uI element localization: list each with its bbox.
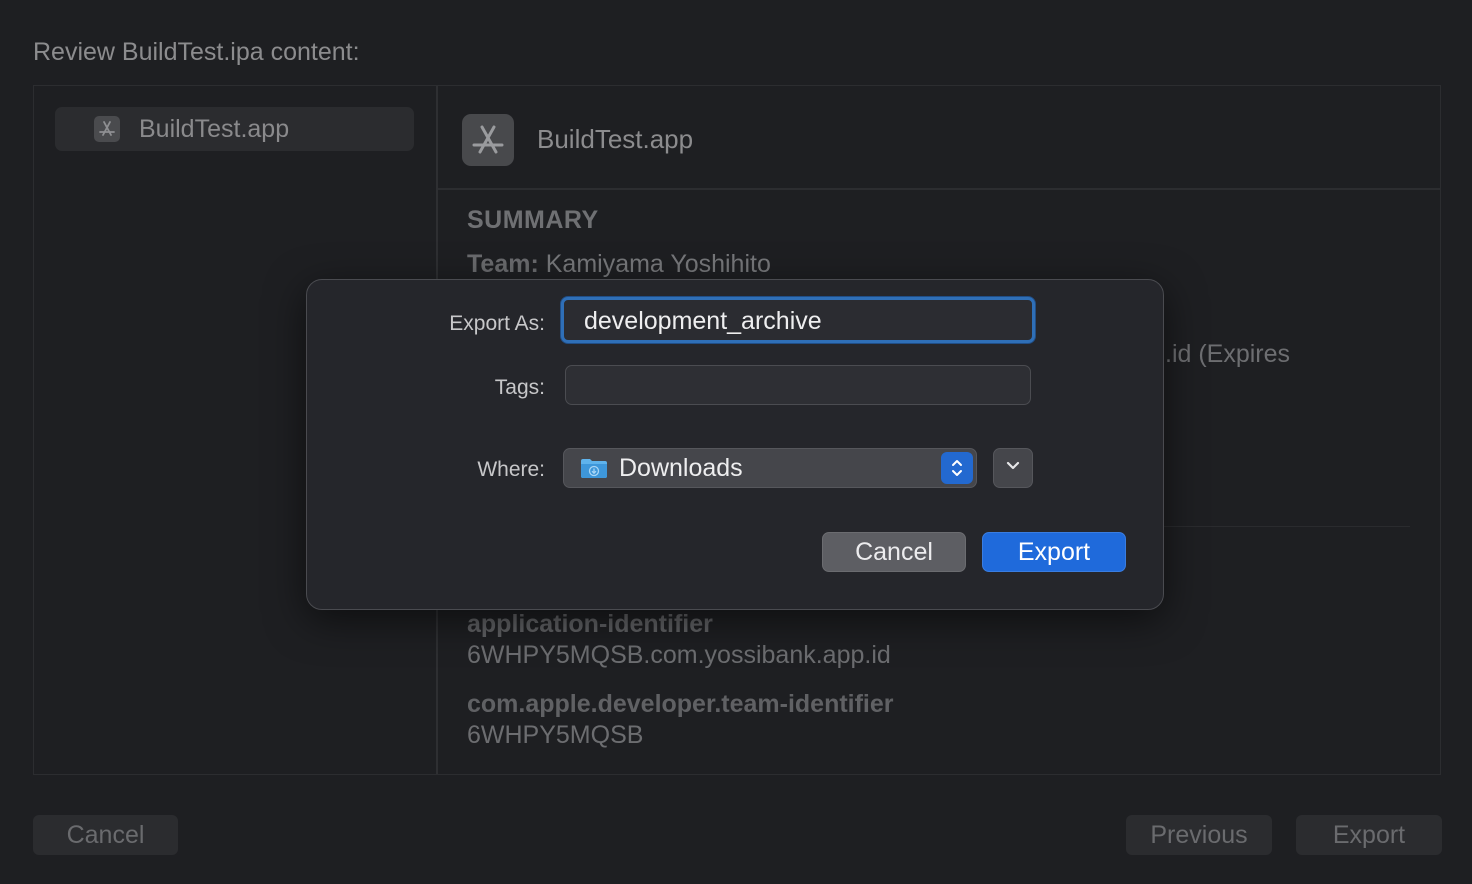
export-as-value: development_archive — [584, 307, 822, 335]
where-value: Downloads — [619, 453, 743, 482]
previous-button[interactable]: Previous — [1126, 815, 1272, 855]
sidebar-item-buildtest-app[interactable]: BuildTest.app — [55, 107, 414, 151]
app-header: BuildTest.app — [438, 86, 1440, 190]
cancel-button[interactable]: Cancel — [33, 815, 178, 855]
summary-heading: SUMMARY — [467, 206, 599, 234]
export-as-field[interactable]: development_archive — [561, 297, 1035, 343]
tags-field[interactable] — [565, 365, 1031, 405]
team-label: Team: — [467, 250, 539, 278]
downloads-folder-icon — [580, 457, 608, 479]
export-window: Review BuildTest.ipa content: BuildTest.… — [0, 0, 1472, 884]
where-label: Where: — [477, 458, 545, 481]
team-value: Kamiyama Yoshihito — [545, 250, 771, 278]
entitlement-key: com.apple.developer.team-identifier — [467, 690, 894, 718]
entitlement-value: 6WHPY5MQSB — [467, 721, 644, 749]
entitlement-item: application-identifier 6WHPY5MQSB.com.yo… — [467, 610, 891, 670]
team-row: Team: Kamiyama Yoshihito — [467, 250, 771, 279]
app-store-icon — [462, 114, 514, 166]
app-title: BuildTest.app — [537, 124, 694, 154]
chevron-updown-icon — [941, 452, 973, 484]
entitlement-value: 6WHPY5MQSB.com.yossibank.app.id — [467, 641, 891, 669]
export-as-label: Export As: — [449, 312, 545, 335]
export-save-sheet: Export As: development_archive Tags: Whe… — [306, 279, 1164, 610]
chevron-down-icon — [1005, 459, 1021, 477]
entitlement-key: application-identifier — [467, 610, 713, 638]
export-button[interactable]: Export — [1296, 815, 1442, 855]
where-popup-button[interactable]: Downloads — [563, 448, 977, 488]
sheet-export-button[interactable]: Export — [982, 532, 1126, 572]
sidebar-item-label: BuildTest.app — [139, 114, 290, 143]
tags-label: Tags: — [494, 376, 545, 399]
app-store-icon — [94, 116, 120, 142]
expand-browser-button[interactable] — [993, 448, 1033, 488]
entitlement-item: com.apple.developer.team-identifier 6WHP… — [467, 690, 894, 750]
review-heading: Review BuildTest.ipa content: — [33, 38, 360, 66]
certificate-expires-fragment: .id (Expires — [1165, 340, 1291, 368]
sheet-cancel-button[interactable]: Cancel — [822, 532, 966, 572]
